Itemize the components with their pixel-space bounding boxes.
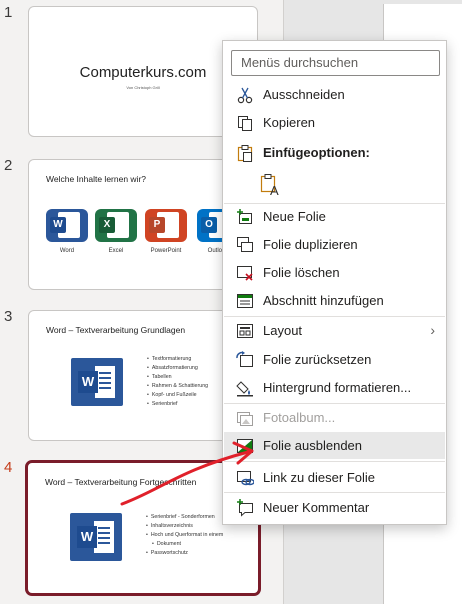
annotation-arrow xyxy=(120,441,254,506)
